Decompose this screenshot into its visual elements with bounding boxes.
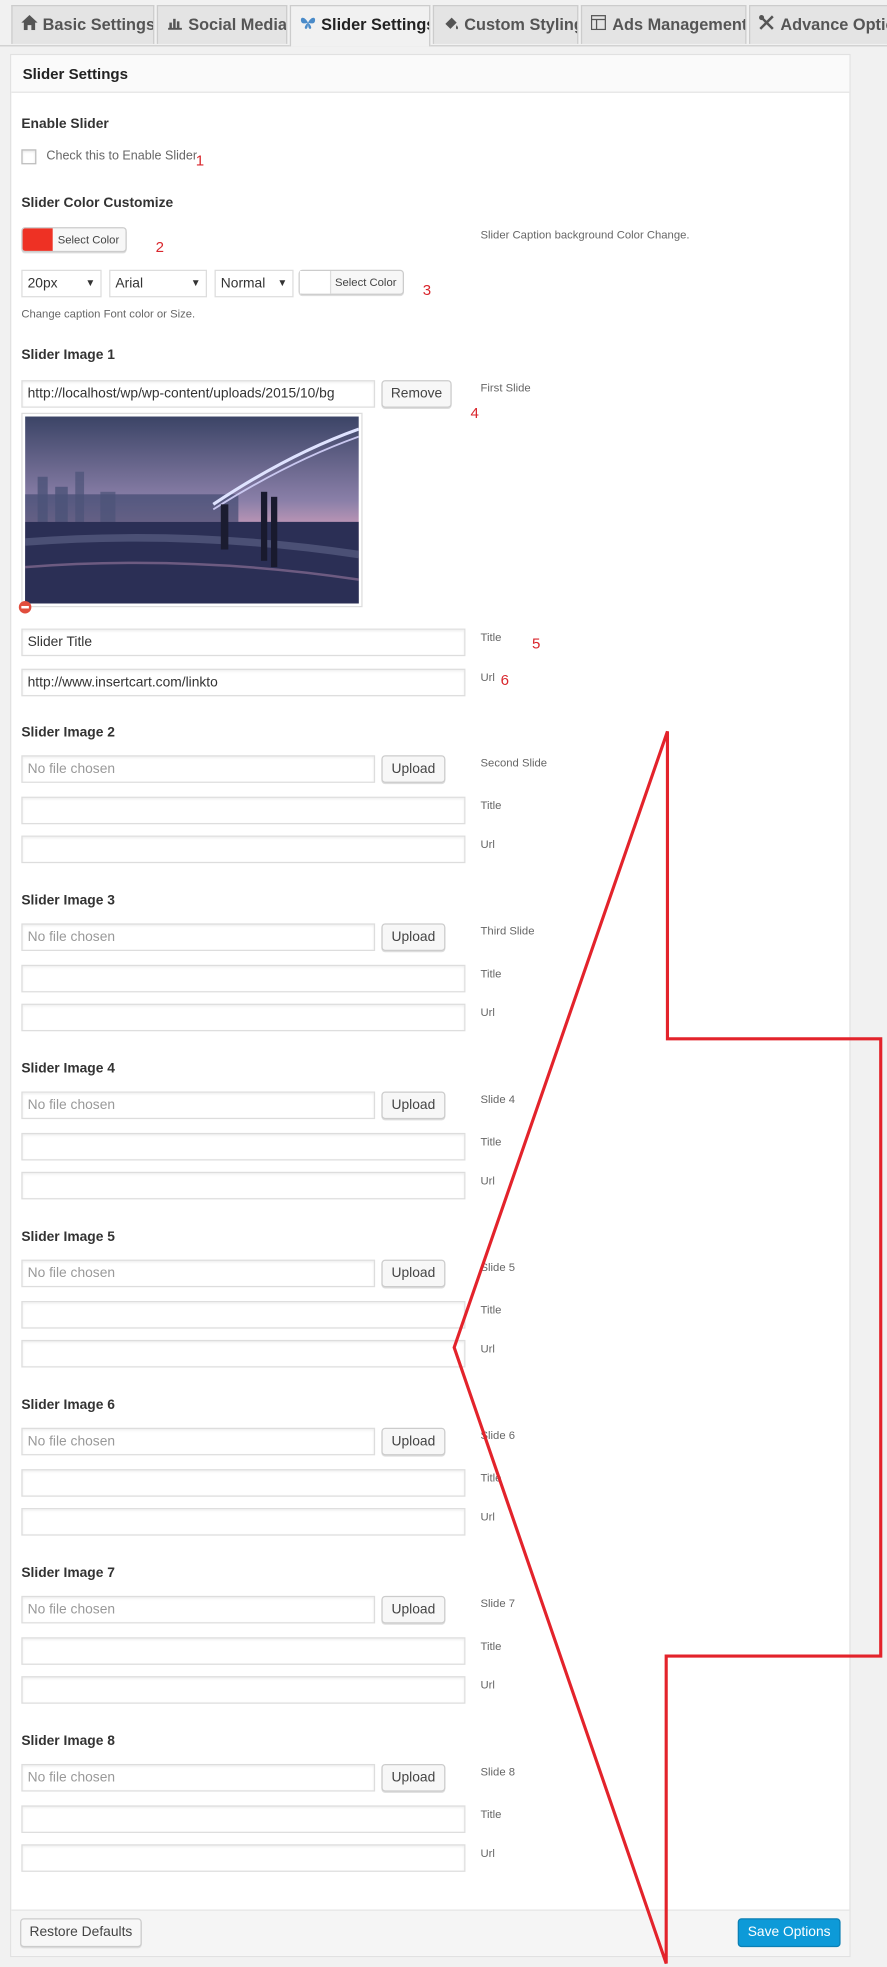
options-page: Basic Settings Social Media Slider Setti…	[0, 0, 887, 1967]
annotation-arrow	[452, 730, 883, 1964]
